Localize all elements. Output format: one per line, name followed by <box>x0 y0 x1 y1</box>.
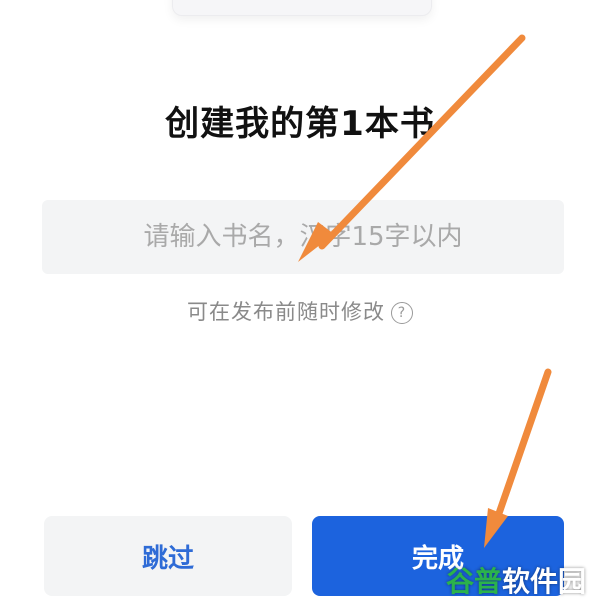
watermark: 谷普软件园 <box>446 560 586 600</box>
page-title: 创建我的第1本书 <box>165 104 435 144</box>
skip-button[interactable]: 跳过 <box>44 516 292 596</box>
book-name-input[interactable] <box>42 200 564 274</box>
edit-hint-text: 可在发布前随时修改 <box>187 300 385 324</box>
edit-hint: 可在发布前随时修改? <box>0 296 600 326</box>
watermark-text: 软件园 <box>501 565 586 598</box>
book-cover-card <box>172 0 432 16</box>
arrow-to-done <box>492 368 552 526</box>
question-circle-icon[interactable]: ? <box>391 302 413 324</box>
watermark-accent: 谷普 <box>445 565 502 598</box>
